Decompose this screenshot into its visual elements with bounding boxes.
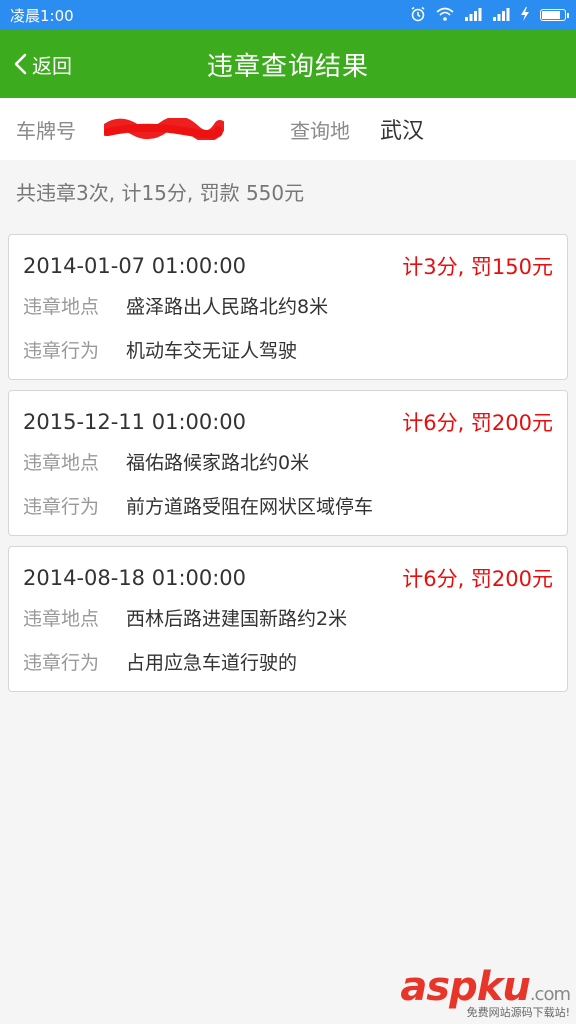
- status-icons: [410, 6, 569, 25]
- plate-value-redacted: [104, 114, 224, 144]
- page-title: 违章查询结果: [206, 51, 369, 82]
- signal-icon: [464, 7, 482, 24]
- behavior-label: 违章行为: [23, 495, 100, 518]
- violation-datetime: 2014-08-18 01:00:00: [23, 566, 247, 590]
- violation-penalty: 计3分, 罚150元: [402, 255, 553, 279]
- violation-datetime: 2015-12-11 01:00:00: [23, 410, 247, 434]
- violation-location: 福佑路候家路北约0米: [126, 451, 310, 474]
- query-info-row: 车牌号 查询地 武汉: [0, 98, 576, 160]
- plate-label: 车牌号: [16, 118, 76, 143]
- violation-card[interactable]: 2014-08-18 01:00:00 计6分, 罚200元 违章地点 西林后路…: [8, 546, 568, 692]
- query-place-value: 武汉: [380, 119, 425, 144]
- status-bar: 凌晨1:00: [0, 0, 576, 30]
- location-label: 违章地点: [23, 451, 100, 474]
- behavior-label: 违章行为: [23, 339, 100, 362]
- violation-penalty: 计6分, 罚200元: [402, 411, 553, 435]
- location-label: 违章地点: [23, 607, 100, 630]
- charging-icon: [520, 6, 530, 24]
- back-button[interactable]: 返回: [12, 30, 72, 98]
- behavior-label: 违章行为: [23, 651, 100, 674]
- violation-location: 盛泽路出人民路北约8米: [126, 295, 329, 318]
- status-time: 凌晨1:00: [10, 6, 74, 25]
- title-bar: 返回 违章查询结果: [0, 30, 576, 98]
- alarm-icon: [410, 6, 426, 25]
- battery-icon: [540, 9, 569, 21]
- violation-card[interactable]: 2015-12-11 01:00:00 计6分, 罚200元 违章地点 福佑路候…: [8, 390, 568, 536]
- watermark-com: .com: [529, 984, 571, 1005]
- violation-summary: 共违章3次, 计15分, 罚款 550元: [0, 160, 576, 222]
- watermark-asp: asp: [400, 964, 477, 1010]
- violation-penalty: 计6分, 罚200元: [402, 567, 553, 591]
- location-label: 违章地点: [23, 295, 100, 318]
- wifi-icon: [436, 7, 454, 24]
- violation-list: 2014-01-07 01:00:00 计3分, 罚150元 违章地点 盛泽路出…: [0, 222, 576, 692]
- signal-icon: [492, 7, 510, 24]
- violation-datetime: 2014-01-07 01:00:00: [23, 254, 247, 278]
- back-label: 返回: [32, 53, 72, 78]
- query-place-label: 查询地: [290, 118, 350, 143]
- redaction-mark: [104, 118, 224, 140]
- site-watermark: aspku.com 免费网站源码下载站!: [400, 964, 571, 1020]
- violation-behavior: 占用应急车道行驶的: [126, 651, 298, 674]
- violation-behavior: 前方道路受阻在网状区域停车: [126, 495, 374, 518]
- violation-location: 西林后路进建国新路约2米: [126, 607, 348, 630]
- violation-behavior: 机动车交无证人驾驶: [126, 339, 298, 362]
- violation-card[interactable]: 2014-01-07 01:00:00 计3分, 罚150元 违章地点 盛泽路出…: [8, 234, 568, 380]
- chevron-left-icon: [14, 53, 27, 75]
